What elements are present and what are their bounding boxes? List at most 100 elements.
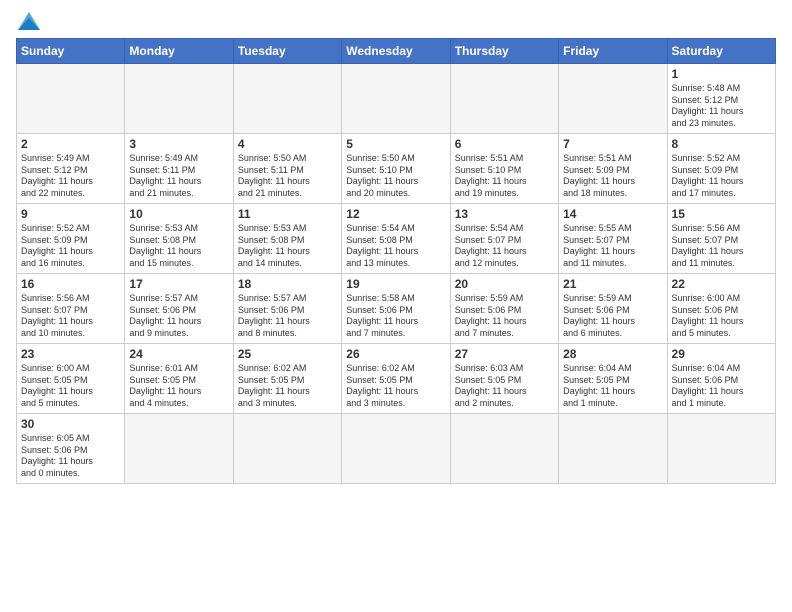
calendar-cell bbox=[233, 64, 341, 134]
day-info: Sunrise: 5:51 AM Sunset: 5:10 PM Dayligh… bbox=[455, 153, 554, 200]
weekday-header-sunday: Sunday bbox=[17, 39, 125, 64]
day-number: 7 bbox=[563, 137, 662, 151]
day-number: 18 bbox=[238, 277, 337, 291]
calendar-cell: 10 Sunrise: 5:53 AM Sunset: 5:08 PM Dayli… bbox=[125, 204, 233, 274]
calendar-cell bbox=[17, 64, 125, 134]
weekday-header-saturday: Saturday bbox=[667, 39, 775, 64]
calendar-cell: 28 Sunrise: 6:04 AM Sunset: 5:05 PM Dayli… bbox=[559, 344, 667, 414]
day-info: Sunrise: 6:05 AM Sunset: 5:06 PM Dayligh… bbox=[21, 433, 120, 480]
calendar-cell: 20 Sunrise: 5:59 AM Sunset: 5:06 PM Dayli… bbox=[450, 274, 558, 344]
day-number: 8 bbox=[672, 137, 771, 151]
day-info: Sunrise: 5:55 AM Sunset: 5:07 PM Dayligh… bbox=[563, 223, 662, 270]
day-info: Sunrise: 5:52 AM Sunset: 5:09 PM Dayligh… bbox=[21, 223, 120, 270]
calendar-body: 1 Sunrise: 5:48 AM Sunset: 5:12 PM Daylig… bbox=[17, 64, 776, 484]
calendar-cell bbox=[342, 414, 450, 484]
day-info: Sunrise: 5:53 AM Sunset: 5:08 PM Dayligh… bbox=[129, 223, 228, 270]
day-number: 1 bbox=[672, 67, 771, 81]
day-info: Sunrise: 6:00 AM Sunset: 5:06 PM Dayligh… bbox=[672, 293, 771, 340]
day-number: 19 bbox=[346, 277, 445, 291]
day-number: 12 bbox=[346, 207, 445, 221]
day-info: Sunrise: 5:57 AM Sunset: 5:06 PM Dayligh… bbox=[129, 293, 228, 340]
day-info: Sunrise: 5:49 AM Sunset: 5:11 PM Dayligh… bbox=[129, 153, 228, 200]
day-number: 17 bbox=[129, 277, 228, 291]
calendar-cell bbox=[450, 64, 558, 134]
weekday-header-wednesday: Wednesday bbox=[342, 39, 450, 64]
day-number: 22 bbox=[672, 277, 771, 291]
calendar-cell bbox=[342, 64, 450, 134]
logo-icon bbox=[18, 12, 40, 30]
day-info: Sunrise: 5:53 AM Sunset: 5:08 PM Dayligh… bbox=[238, 223, 337, 270]
day-info: Sunrise: 5:58 AM Sunset: 5:06 PM Dayligh… bbox=[346, 293, 445, 340]
day-info: Sunrise: 5:52 AM Sunset: 5:09 PM Dayligh… bbox=[672, 153, 771, 200]
week-row-2: 2 Sunrise: 5:49 AM Sunset: 5:12 PM Daylig… bbox=[17, 134, 776, 204]
week-row-4: 16 Sunrise: 5:56 AM Sunset: 5:07 PM Dayli… bbox=[17, 274, 776, 344]
day-number: 25 bbox=[238, 347, 337, 361]
calendar-cell: 25Sunrise: 6:02 AM Sunset: 5:05 PM Dayli… bbox=[233, 344, 341, 414]
day-info: Sunrise: 5:59 AM Sunset: 5:06 PM Dayligh… bbox=[563, 293, 662, 340]
day-number: 9 bbox=[21, 207, 120, 221]
calendar-cell: 19 Sunrise: 5:58 AM Sunset: 5:06 PM Dayli… bbox=[342, 274, 450, 344]
day-number: 11 bbox=[238, 207, 337, 221]
calendar-cell: 11 Sunrise: 5:53 AM Sunset: 5:08 PM Dayli… bbox=[233, 204, 341, 274]
day-info: Sunrise: 6:01 AM Sunset: 5:05 PM Dayligh… bbox=[129, 363, 228, 410]
day-info: Sunrise: 6:04 AM Sunset: 5:05 PM Dayligh… bbox=[563, 363, 662, 410]
logo bbox=[16, 16, 40, 30]
calendar-cell: 8 Sunrise: 5:52 AM Sunset: 5:09 PM Daylig… bbox=[667, 134, 775, 204]
day-info: Sunrise: 5:59 AM Sunset: 5:06 PM Dayligh… bbox=[455, 293, 554, 340]
calendar-cell: 30Sunrise: 6:05 AM Sunset: 5:06 PM Dayli… bbox=[17, 414, 125, 484]
day-number: 28 bbox=[563, 347, 662, 361]
calendar-cell bbox=[233, 414, 341, 484]
calendar-cell bbox=[125, 64, 233, 134]
weekday-header-tuesday: Tuesday bbox=[233, 39, 341, 64]
calendar-cell: 26Sunrise: 6:02 AM Sunset: 5:05 PM Dayli… bbox=[342, 344, 450, 414]
day-info: Sunrise: 5:56 AM Sunset: 5:07 PM Dayligh… bbox=[21, 293, 120, 340]
week-row-1: 1 Sunrise: 5:48 AM Sunset: 5:12 PM Daylig… bbox=[17, 64, 776, 134]
day-info: Sunrise: 5:50 AM Sunset: 5:11 PM Dayligh… bbox=[238, 153, 337, 200]
day-number: 14 bbox=[563, 207, 662, 221]
day-number: 2 bbox=[21, 137, 120, 151]
day-info: Sunrise: 6:03 AM Sunset: 5:05 PM Dayligh… bbox=[455, 363, 554, 410]
day-number: 16 bbox=[21, 277, 120, 291]
day-info: Sunrise: 6:00 AM Sunset: 5:05 PM Dayligh… bbox=[21, 363, 120, 410]
day-info: Sunrise: 5:54 AM Sunset: 5:07 PM Dayligh… bbox=[455, 223, 554, 270]
weekday-header-monday: Monday bbox=[125, 39, 233, 64]
weekday-header-thursday: Thursday bbox=[450, 39, 558, 64]
calendar-cell: 22 Sunrise: 6:00 AM Sunset: 5:06 PM Dayli… bbox=[667, 274, 775, 344]
day-info: Sunrise: 5:48 AM Sunset: 5:12 PM Dayligh… bbox=[672, 83, 771, 130]
day-number: 4 bbox=[238, 137, 337, 151]
day-number: 27 bbox=[455, 347, 554, 361]
day-number: 6 bbox=[455, 137, 554, 151]
day-number: 15 bbox=[672, 207, 771, 221]
weekday-header-friday: Friday bbox=[559, 39, 667, 64]
calendar-cell: 21 Sunrise: 5:59 AM Sunset: 5:06 PM Dayli… bbox=[559, 274, 667, 344]
calendar-cell: 17 Sunrise: 5:57 AM Sunset: 5:06 PM Dayli… bbox=[125, 274, 233, 344]
calendar-cell: 16 Sunrise: 5:56 AM Sunset: 5:07 PM Dayli… bbox=[17, 274, 125, 344]
day-number: 26 bbox=[346, 347, 445, 361]
calendar-cell bbox=[125, 414, 233, 484]
week-row-3: 9 Sunrise: 5:52 AM Sunset: 5:09 PM Daylig… bbox=[17, 204, 776, 274]
calendar-cell: 2 Sunrise: 5:49 AM Sunset: 5:12 PM Daylig… bbox=[17, 134, 125, 204]
calendar-cell: 23Sunrise: 6:00 AM Sunset: 5:05 PM Dayli… bbox=[17, 344, 125, 414]
weekday-header-row: SundayMondayTuesdayWednesdayThursdayFrid… bbox=[17, 39, 776, 64]
week-row-5: 23Sunrise: 6:00 AM Sunset: 5:05 PM Dayli… bbox=[17, 344, 776, 414]
day-number: 24 bbox=[129, 347, 228, 361]
day-number: 21 bbox=[563, 277, 662, 291]
calendar-cell: 13Sunrise: 5:54 AM Sunset: 5:07 PM Dayli… bbox=[450, 204, 558, 274]
calendar-cell: 7 Sunrise: 5:51 AM Sunset: 5:09 PM Daylig… bbox=[559, 134, 667, 204]
day-number: 29 bbox=[672, 347, 771, 361]
day-number: 20 bbox=[455, 277, 554, 291]
calendar-cell: 14 Sunrise: 5:55 AM Sunset: 5:07 PM Dayli… bbox=[559, 204, 667, 274]
calendar-cell: 1 Sunrise: 5:48 AM Sunset: 5:12 PM Daylig… bbox=[667, 64, 775, 134]
calendar-cell bbox=[559, 64, 667, 134]
calendar-cell: 12Sunrise: 5:54 AM Sunset: 5:08 PM Dayli… bbox=[342, 204, 450, 274]
day-number: 10 bbox=[129, 207, 228, 221]
calendar-cell: 3Sunrise: 5:49 AM Sunset: 5:11 PM Daylig… bbox=[125, 134, 233, 204]
calendar-cell bbox=[667, 414, 775, 484]
calendar-cell bbox=[450, 414, 558, 484]
day-info: Sunrise: 5:51 AM Sunset: 5:09 PM Dayligh… bbox=[563, 153, 662, 200]
day-info: Sunrise: 5:49 AM Sunset: 5:12 PM Dayligh… bbox=[21, 153, 120, 200]
calendar-cell: 18Sunrise: 5:57 AM Sunset: 5:06 PM Dayli… bbox=[233, 274, 341, 344]
calendar-table: SundayMondayTuesdayWednesdayThursdayFrid… bbox=[16, 38, 776, 484]
calendar-cell: 4 Sunrise: 5:50 AM Sunset: 5:11 PM Daylig… bbox=[233, 134, 341, 204]
calendar-cell: 9 Sunrise: 5:52 AM Sunset: 5:09 PM Daylig… bbox=[17, 204, 125, 274]
